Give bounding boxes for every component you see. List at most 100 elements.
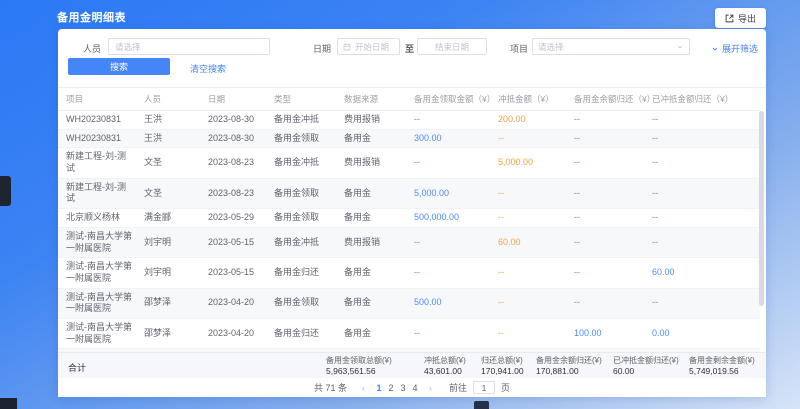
total-count: 共 71 条 [314, 381, 347, 394]
table-body: WH20230831王洪2023-08-30备用金冲抵费用报销--200.00-… [58, 111, 760, 353]
date-start-input[interactable]: 开始日期 [337, 38, 400, 55]
next-page-button[interactable]: › [427, 383, 434, 393]
summary-item-value: 5,749,019.56 [689, 366, 755, 377]
cell-balance-returned: 100.00 [566, 318, 644, 348]
cell-type: 备用金冲抵 [266, 148, 336, 178]
summary-item-label: 备用金余额归还(¥) [536, 356, 602, 366]
summary-item-value: 170,941.00 [481, 366, 524, 377]
expand-filters-link[interactable]: 展开筛选 [711, 42, 758, 55]
summary-item: 备用金剩余金额(¥)5,749,019.56 [689, 356, 755, 377]
cell-offset-returned: -- [644, 111, 760, 130]
page-button-2[interactable]: 2 [385, 383, 397, 393]
page-button-3[interactable]: 3 [397, 383, 409, 393]
cell-date: 2023-08-23 [200, 148, 266, 178]
page-button-1[interactable]: 1 [373, 383, 385, 393]
cell-source: 费用报销 [336, 148, 406, 178]
cell-date: 2023-04-20 [200, 318, 266, 348]
cell-source: 备用金 [336, 209, 406, 228]
summary-item-value: 170,881.00 [536, 366, 602, 377]
project-placeholder: 请选择 [538, 41, 564, 53]
cell-balance-returned: -- [566, 178, 644, 208]
date-end-placeholder: 结束日期 [435, 41, 469, 53]
expense-table: 项目人员日期类型数据来源备用金领取金额（¥）冲抵金额（¥）备用金余额归还（¥）已… [58, 88, 760, 352]
cell-balance-returned: -- [566, 111, 644, 130]
cell-received-amount: -- [406, 318, 490, 348]
table-header-row: 项目人员日期类型数据来源备用金领取金额（¥）冲抵金额（¥）备用金余额归还（¥）已… [58, 88, 760, 111]
table-row: 新建工程-刘-测试文圣2023-08-23备用金领取备用金5,000.00---… [58, 178, 760, 208]
table-row: 测试-南昌大学第一附属医院刘宇明2023-05-15备用金归还备用金------… [58, 258, 760, 288]
cell-offset-amount: 5,000.00 [490, 148, 566, 178]
chevron-down-icon [711, 45, 719, 53]
cell-balance-returned: -- [566, 258, 644, 288]
export-label: 导出 [738, 12, 756, 25]
cell-project: 北京顺义杨林 [58, 209, 136, 228]
summary-item-value: 5,963,561.56 [326, 366, 392, 377]
table-row: 测试-南昌大学第一附属医院邵梦泽2023-04-20备用金归还备用金----10… [58, 318, 760, 348]
summary-item: 冲抵总额(¥)43,601.00 [424, 356, 466, 377]
person-select[interactable] [108, 38, 270, 55]
calendar-icon [343, 43, 351, 51]
search-button[interactable]: 搜索 [68, 58, 170, 75]
collapsed-drawer-handle[interactable] [0, 176, 11, 206]
cell-person: 满金郦 [136, 209, 200, 228]
goto-page-input[interactable] [473, 381, 495, 394]
page-button-4[interactable]: 4 [409, 383, 421, 393]
date-start-placeholder: 开始日期 [355, 41, 389, 53]
page-unit-label: 页 [501, 381, 510, 394]
cell-offset-returned: -- [644, 148, 760, 178]
cell-date: 2023-08-30 [200, 129, 266, 148]
export-button[interactable]: 导出 [715, 8, 766, 28]
cell-type: 备用金领取 [266, 178, 336, 208]
summary-item-value: 43,601.00 [424, 366, 466, 377]
cell-received-amount: 5,000.00 [406, 178, 490, 208]
chevron-down-icon [676, 43, 684, 51]
cell-received-amount: -- [406, 227, 490, 257]
summary-item-label: 归还总额(¥) [481, 356, 524, 366]
cell-type: 备用金领取 [266, 129, 336, 148]
page-title: 备用金明细表 [57, 9, 126, 25]
cell-person: 刘宇明 [136, 258, 200, 288]
expand-filters-label: 展开筛选 [722, 42, 758, 55]
cell-offset-amount: -- [490, 318, 566, 348]
cell-date: 2023-08-30 [200, 111, 266, 130]
summary-bar: 合计 备用金领取总额(¥)5,963,561.56冲抵总额(¥)43,601.0… [58, 352, 766, 378]
cell-project: WH20230831 [58, 129, 136, 148]
cell-offset-returned: -- [644, 288, 760, 318]
cell-person: 文圣 [136, 148, 200, 178]
cell-balance-returned: -- [566, 209, 644, 228]
cell-type: 备用金领取 [266, 209, 336, 228]
cell-offset-returned: -- [644, 209, 760, 228]
summary-item-label: 已冲抵金额归还(¥) [613, 356, 679, 366]
cell-offset-returned: -- [644, 178, 760, 208]
content-card: 人员 日期 开始日期 至 结束日期 项目 请选择 展开筛选 搜索 清空搜索 [58, 29, 766, 397]
column-header-source: 数据来源 [336, 88, 406, 111]
column-header-received-amount: 备用金领取金额（¥） [406, 88, 490, 111]
export-icon [725, 14, 734, 23]
cell-project: 新建工程-刘-测试 [58, 178, 136, 208]
cell-type: 备用金领取 [266, 288, 336, 318]
table-row: 测试-南昌大学第一附属医院刘宇明2023-05-15备用金冲抵费用报销--60.… [58, 227, 760, 257]
cell-person: 王洪 [136, 111, 200, 130]
table-row: 测试-南昌大学第一附属医院邵梦泽2023-04-20备用金领取备用金500.00… [58, 288, 760, 318]
cell-received-amount: 500,000.00 [406, 209, 490, 228]
column-header-type: 类型 [266, 88, 336, 111]
table-row: 新建工程-刘-测试文圣2023-08-23备用金冲抵费用报销--5,000.00… [58, 148, 760, 178]
cell-person: 刘宇明 [136, 227, 200, 257]
cell-received-amount: -- [406, 148, 490, 178]
project-select[interactable]: 请选择 [532, 38, 690, 55]
date-end-input[interactable]: 结束日期 [417, 38, 487, 55]
filter-bar: 人员 日期 开始日期 至 结束日期 项目 请选择 展开筛选 [58, 38, 766, 55]
cell-source: 备用金 [336, 129, 406, 148]
column-header-person: 人员 [136, 88, 200, 111]
clear-search-link[interactable]: 清空搜索 [190, 62, 226, 75]
project-filter-label: 项目 [510, 42, 528, 55]
cell-balance-returned: -- [566, 227, 644, 257]
cell-project: WH20230831 [58, 111, 136, 130]
vertical-scrollbar[interactable] [759, 111, 764, 306]
summary-item: 已冲抵金额归还(¥)60.00 [613, 356, 679, 377]
cell-received-amount: -- [406, 258, 490, 288]
prev-page-button[interactable]: ‹ [360, 383, 367, 393]
cell-balance-returned: -- [566, 129, 644, 148]
column-header-project: 项目 [58, 88, 136, 111]
cell-date: 2023-04-20 [200, 288, 266, 318]
